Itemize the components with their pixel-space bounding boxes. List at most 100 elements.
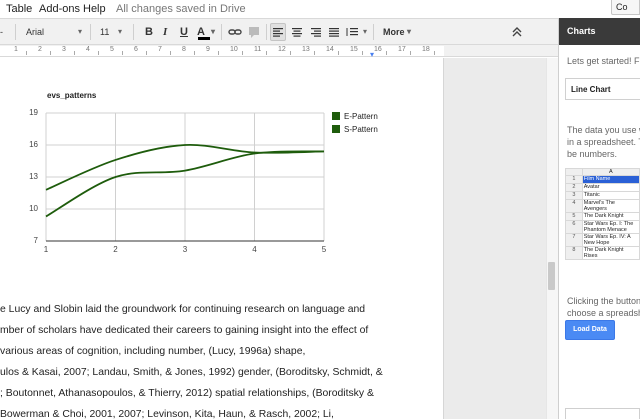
paragraph-line: ulos & Kasai, 2007; Landau, Smith, & Jon…: [0, 367, 383, 378]
ruler-number: 2: [38, 46, 42, 53]
ruler-tick: [218, 51, 219, 55]
align-justify-icon[interactable]: [327, 23, 341, 41]
link-icon[interactable]: [228, 23, 242, 41]
menu-table[interactable]: Table: [6, 3, 32, 15]
table-row: 4 Marvel's The Avengers: [565, 199, 640, 213]
table-cell: Star Wars Ep. IV: A New Hope: [581, 233, 640, 247]
table-row: 1 Film Name: [565, 175, 640, 184]
ruler-tick: [194, 51, 195, 55]
sidebar-intro: Lets get started! F: [567, 56, 640, 66]
table-row: 5 The Dark Knight: [565, 212, 640, 221]
ruler-number: 16: [374, 46, 382, 53]
scrollbar-thumb[interactable]: [548, 262, 555, 290]
scrollbar-track[interactable]: [546, 58, 558, 419]
y-tick-label: 19: [29, 108, 38, 117]
menu-addons[interactable]: Add-ons: [39, 3, 80, 15]
ruler-number: 3: [62, 46, 66, 53]
row-number: 6: [565, 220, 583, 234]
underline-button[interactable]: U: [180, 23, 188, 41]
comment-icon[interactable]: [248, 23, 260, 41]
table-row: 6 Star Wars Ep. I: The Phantom Menace: [565, 220, 640, 234]
table-row: 3 Titanic: [565, 191, 640, 200]
legend-swatch: [332, 125, 340, 133]
ruler-tick: [50, 51, 51, 55]
ruler-tick: [266, 51, 267, 55]
ruler-number: 18: [422, 46, 430, 53]
x-tick-label: 4: [252, 245, 257, 254]
sidebar-data-text: be numbers.: [567, 149, 618, 159]
font-size-dropdown[interactable]: 11: [100, 23, 124, 41]
paragraph-line: various areas of cognition, including nu…: [0, 346, 306, 357]
row-number: 3: [565, 191, 583, 200]
align-left-icon[interactable]: [270, 23, 286, 41]
column-header: A: [581, 168, 640, 176]
y-tick-label: 16: [29, 140, 38, 149]
row-number: 1: [565, 175, 583, 184]
sidebar-footer: [565, 408, 640, 419]
ruler-tick: [170, 51, 171, 55]
comments-button[interactable]: Co: [611, 0, 640, 15]
corner-cell: [565, 168, 583, 176]
legend-label: E-Pattern: [344, 112, 378, 121]
table-cell: Star Wars Ep. I: The Phantom Menace: [581, 220, 640, 234]
text-color-swatch: [198, 37, 210, 40]
save-status: All changes saved in Drive: [116, 3, 246, 15]
ruler-number: 1: [14, 46, 18, 53]
row-number: 5: [565, 212, 583, 221]
font-family-dropdown[interactable]: Arial: [24, 23, 84, 41]
ruler-number: 17: [398, 46, 406, 53]
bold-button[interactable]: B: [145, 23, 153, 41]
table-cell: The Dark Knight: [581, 212, 640, 221]
more-dropdown[interactable]: More: [383, 23, 413, 41]
ruler-number: 15: [350, 46, 358, 53]
chart-type-select[interactable]: Line Chart: [565, 78, 640, 100]
ruler-tick: [74, 51, 75, 55]
paragraph-line: e Lucy and Slobin laid the groundwork fo…: [0, 304, 366, 315]
legend-item: S-Pattern: [332, 125, 378, 134]
align-center-icon[interactable]: [290, 23, 304, 41]
app-window: Table Add-ons Help All changes saved in …: [0, 0, 640, 419]
table-row: 7 Star Wars Ep. IV: A New Hope: [565, 233, 640, 247]
chevron-double-up-icon[interactable]: [511, 23, 523, 41]
legend-label: S-Pattern: [344, 125, 378, 134]
ruler-number: 14: [326, 46, 334, 53]
x-tick-label: 3: [182, 245, 188, 254]
table-cell: Titanic: [581, 191, 640, 200]
ruler-number: 10: [230, 46, 238, 53]
legend-item: E-Pattern: [332, 112, 378, 121]
toolbar-divider: [373, 24, 374, 40]
ruler-tick: [410, 51, 411, 55]
row-number: 7: [565, 233, 583, 247]
line-chart[interactable]: [0, 58, 444, 318]
table-header-row: A: [565, 168, 640, 176]
sidebar-click-text: choose a spreadsh: [567, 308, 640, 318]
ruler-number: 11: [254, 46, 262, 53]
ruler-number: 12: [278, 46, 286, 53]
sample-data-table: A 1 Film Name 2 Avatar 3 Titanic 4 Marvel's The …: [565, 168, 640, 260]
ruler-number: 6: [134, 46, 138, 53]
y-tick-label: 13: [29, 172, 38, 181]
ruler: 1 2 3 4 5 6 7 8 9 10 11 12 13 14 15 16 17 18 ▾: [0, 45, 558, 59]
table-cell: Film Name: [581, 175, 640, 184]
table-cell: Marvel's The Avengers: [581, 199, 640, 213]
ruler-number: 9: [206, 46, 210, 53]
align-right-icon[interactable]: [309, 23, 323, 41]
table-row: 8 The Dark Knight Rises: [565, 246, 640, 260]
line-spacing-icon[interactable]: [345, 23, 369, 41]
style-dropdown-truncated[interactable]: -: [0, 23, 10, 41]
menu-help[interactable]: Help: [83, 3, 106, 15]
sidebar-data-text: The data you use w: [567, 125, 640, 135]
ruler-tick: [362, 51, 363, 55]
table-row: 2 Avatar: [565, 183, 640, 192]
italic-button[interactable]: I: [163, 23, 167, 41]
x-tick-label: 1: [43, 245, 49, 254]
row-number: 2: [565, 183, 583, 192]
sidebar-title: Charts: [559, 18, 640, 45]
ruler-number: 8: [182, 46, 186, 53]
menu-bar: Table Add-ons Help All changes saved in …: [0, 0, 558, 18]
load-data-button[interactable]: Load Data: [565, 320, 615, 340]
ruler-tick: [98, 51, 99, 55]
x-tick-label: 5: [321, 245, 327, 254]
paragraph-line: ; Boutonnet, Athanasopoulos, & Thierry, …: [0, 388, 374, 399]
ruler-tick: [242, 51, 243, 55]
